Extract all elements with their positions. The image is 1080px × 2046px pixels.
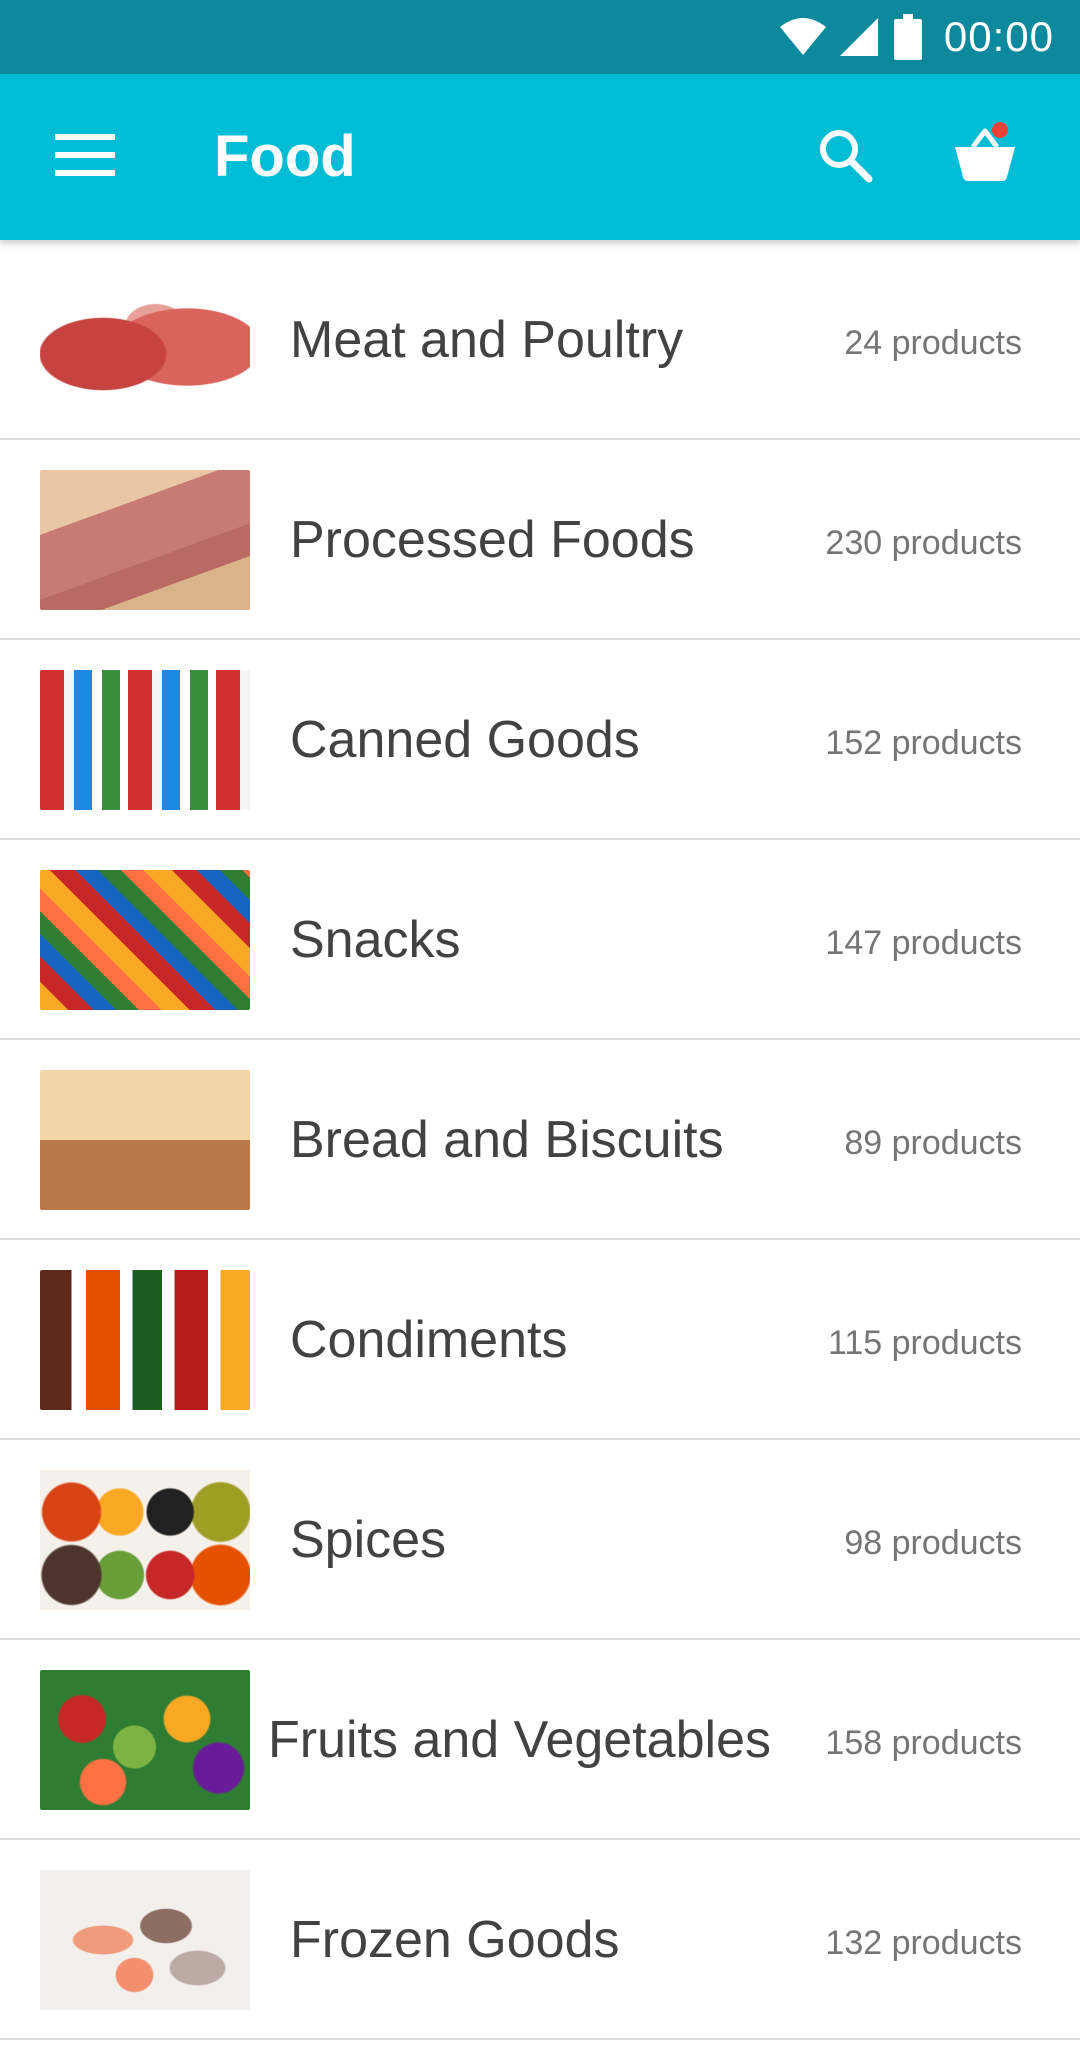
- processed-foods-thumbnail: [40, 470, 250, 610]
- list-item-processed-foods[interactable]: Processed Foods 230 products: [0, 440, 1080, 640]
- product-count: 115 products: [827, 1324, 1022, 1362]
- product-count: 147 products: [825, 924, 1022, 962]
- category-name: Fruits and Vegetables: [268, 1711, 771, 1769]
- app-bar: Food: [0, 74, 1080, 240]
- menu-button[interactable]: [40, 114, 130, 200]
- category-name: Canned Goods: [290, 711, 640, 769]
- condiments-thumbnail: [40, 1270, 250, 1410]
- category-list: Meat and Poultry 24 products Processed F…: [0, 240, 1080, 2040]
- battery-icon: [893, 14, 922, 60]
- frozen-goods-thumbnail: [40, 1870, 250, 2010]
- spices-thumbnail: [40, 1470, 250, 1610]
- category-name: Frozen Goods: [290, 1911, 620, 1969]
- category-name: Spices: [290, 1511, 447, 1569]
- list-item-condiments[interactable]: Condiments 115 products: [0, 1240, 1080, 1440]
- list-item-bread-and-biscuits[interactable]: Bread and Biscuits 89 products: [0, 1040, 1080, 1240]
- search-icon: [817, 127, 873, 188]
- menu-icon: [55, 133, 115, 181]
- product-count: 132 products: [825, 1924, 1022, 1962]
- status-time: 00:00: [943, 13, 1054, 60]
- list-item-fruits-and-vegetables[interactable]: Fruits and Vegetables 158 products: [0, 1640, 1080, 1840]
- product-count: 89 products: [844, 1124, 1022, 1162]
- cell-signal-icon: [838, 16, 880, 58]
- product-count: 24 products: [844, 324, 1022, 362]
- product-count: 98 products: [844, 1524, 1022, 1562]
- meat-thumbnail: [40, 270, 250, 410]
- wifi-icon: [778, 17, 828, 57]
- status-bar: 00:00: [0, 0, 1080, 74]
- category-name: Processed Foods: [290, 511, 695, 569]
- snacks-thumbnail: [40, 870, 250, 1010]
- search-button[interactable]: [800, 114, 890, 200]
- fruits-vegetables-thumbnail: [40, 1670, 250, 1810]
- bread-thumbnail: [40, 1070, 250, 1210]
- product-count: 152 products: [825, 724, 1022, 762]
- cart-badge: [992, 122, 1008, 138]
- canned-goods-thumbnail: [40, 670, 250, 810]
- page-title: Food: [214, 124, 356, 189]
- category-name: Snacks: [290, 911, 461, 969]
- list-item-meat-and-poultry[interactable]: Meat and Poultry 24 products: [0, 240, 1080, 440]
- product-count: 230 products: [825, 524, 1022, 562]
- basket-icon: [953, 125, 1017, 186]
- category-name: Condiments: [290, 1311, 568, 1369]
- list-item-frozen-goods[interactable]: Frozen Goods 132 products: [0, 1840, 1080, 2040]
- category-name: Bread and Biscuits: [290, 1111, 724, 1169]
- category-name: Meat and Poultry: [290, 311, 684, 369]
- list-item-canned-goods[interactable]: Canned Goods 152 products: [0, 640, 1080, 840]
- cart-button[interactable]: [940, 110, 1030, 200]
- list-item-snacks[interactable]: Snacks 147 products: [0, 840, 1080, 1040]
- product-count: 158 products: [825, 1724, 1022, 1762]
- list-item-spices[interactable]: Spices 98 products: [0, 1440, 1080, 1640]
